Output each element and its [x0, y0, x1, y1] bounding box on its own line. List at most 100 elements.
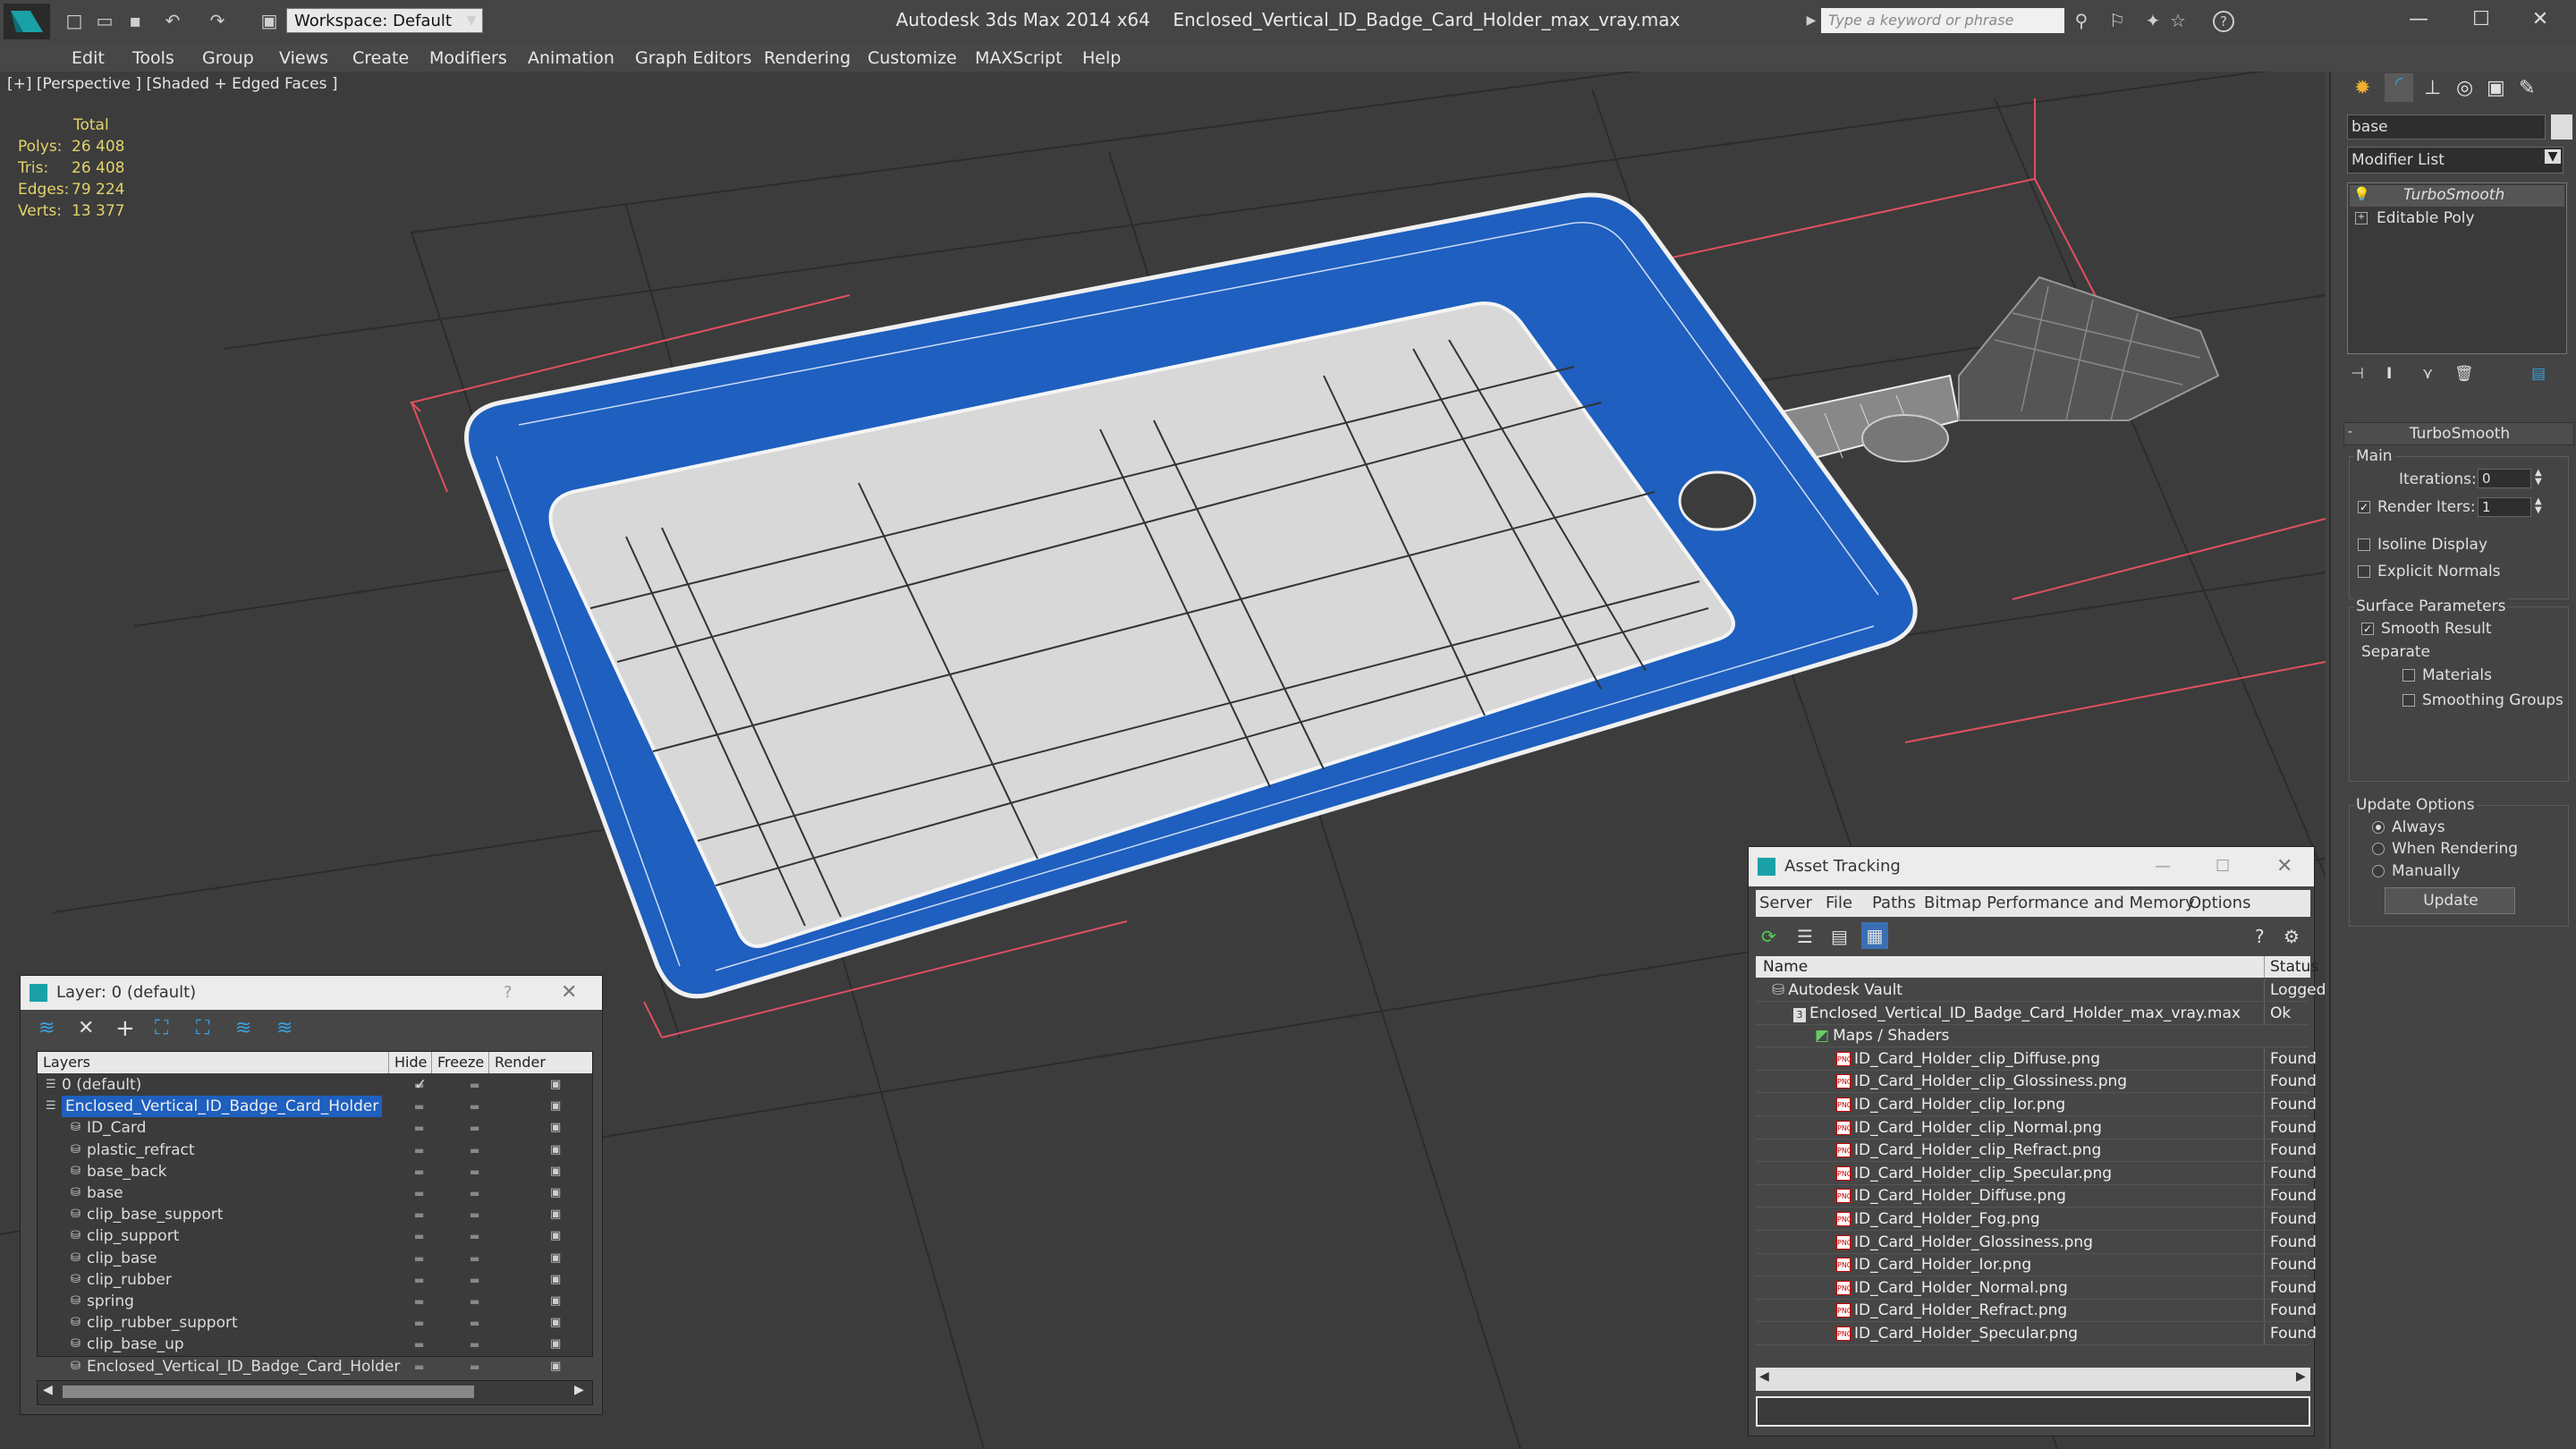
menu-bitmap-performance[interactable]: Bitmap Performance and Memory [1924, 890, 2195, 917]
settings-icon[interactable]: ⚙ [2284, 926, 2300, 947]
hide-toggle-icon[interactable]: ▬ [414, 1269, 424, 1291]
asset-row[interactable]: PNG ID_Card_Holder_clip_Glossiness.png Fou… [1756, 1071, 2317, 1094]
render-toggle-icon[interactable]: ▣ [550, 1096, 561, 1117]
scroll-left-icon[interactable]: ◀ [1759, 1369, 1769, 1384]
layer-row[interactable]: ⛁ plastic_refract ▬ ▬ ▣ [38, 1140, 593, 1161]
render-toggle-icon[interactable]: ▣ [550, 1269, 561, 1291]
freeze-toggle-icon[interactable]: ▬ [470, 1225, 479, 1247]
smooth-result-checkbox[interactable]: ✓ [2361, 623, 2374, 635]
freeze-toggle-icon[interactable]: ▬ [470, 1161, 479, 1182]
asset-window-titlebar[interactable]: Asset Tracking — ☐ ✕ [1749, 847, 2314, 886]
layer-row[interactable]: ⛁ clip_rubber_support ▬ ▬ ▣ [38, 1312, 593, 1334]
horizontal-scrollbar[interactable]: ◀ ▶ [37, 1380, 593, 1405]
subscription-icon[interactable]: ✦ [2143, 11, 2163, 30]
utilities-tab-icon[interactable]: ✎ [2519, 77, 2535, 99]
hierarchy-tab-icon[interactable]: ⊥ [2424, 77, 2441, 99]
delete-layer-icon[interactable]: ✕ [78, 1017, 94, 1039]
object-color-swatch[interactable] [2551, 114, 2572, 140]
freeze-toggle-icon[interactable]: ▬ [470, 1312, 479, 1334]
modifier-editable-poly[interactable]: + Editable Poly [2350, 208, 2564, 230]
freeze-toggle-icon[interactable]: ▬ [470, 1356, 479, 1377]
render-iters-spinner[interactable]: 1 [2478, 497, 2531, 517]
highlight-selected-icon[interactable]: ⛶ [196, 1017, 209, 1039]
minimize-icon[interactable]: — [2155, 847, 2171, 886]
menu-tools[interactable]: Tools [132, 48, 174, 68]
smoothing-groups-checkbox[interactable] [2402, 694, 2415, 707]
col-status[interactable]: Status [2264, 956, 2318, 978]
menu-modifiers[interactable]: Modifiers [429, 48, 507, 68]
menu-animation[interactable]: Animation [528, 48, 614, 68]
isoline-display-checkbox[interactable] [2358, 538, 2370, 551]
menu-edit[interactable]: Edit [72, 48, 105, 68]
search-input[interactable]: Type a keyword or phrase [1821, 8, 2064, 33]
communication-center-icon[interactable]: ⚐ [2107, 11, 2127, 30]
freeze-toggle-icon[interactable]: ▬ [470, 1248, 479, 1269]
asset-row[interactable]: PNG ID_Card_Holder_clip_Specular.png Found [1756, 1162, 2317, 1185]
menu-views[interactable]: Views [279, 48, 328, 68]
show-end-result-icon[interactable]: I [2386, 365, 2392, 383]
menu-options[interactable]: Options [2189, 890, 2250, 917]
render-toggle-icon[interactable]: ▣ [550, 1312, 561, 1334]
grid-view-icon[interactable]: ▦ [1861, 922, 1888, 949]
remove-modifier-icon[interactable]: 🗑 [2454, 365, 2474, 383]
hide-toggle-icon[interactable]: ▬ [414, 1312, 424, 1334]
set-current-layer-icon[interactable]: ≋ [235, 1017, 251, 1039]
object-name-field[interactable]: base [2347, 114, 2546, 140]
menu-server[interactable]: Server [1759, 890, 1812, 917]
asset-row[interactable]: PNG ID_Card_Holder_clip_Ior.png Found [1756, 1094, 2317, 1116]
menu-maxscript[interactable]: MAXScript [975, 48, 1063, 68]
col-hide[interactable]: Hide [388, 1052, 427, 1073]
list-view-icon[interactable]: ☰ [1797, 926, 1813, 947]
help-icon[interactable]: ? [2213, 11, 2234, 32]
expand-icon[interactable]: + [2355, 212, 2368, 225]
spinner-arrows-icon[interactable]: ▲ ▼ [2535, 469, 2542, 487]
layer-row[interactable]: ⛁ base_back ▬ ▬ ▣ [38, 1161, 593, 1182]
make-unique-icon[interactable]: ⋎ [2422, 365, 2433, 383]
layer-row[interactable]: ⛁ clip_base_support ▬ ▬ ▣ [38, 1204, 593, 1225]
layer-row[interactable]: ⛁ clip_support ▬ ▬ ▣ [38, 1225, 593, 1247]
hide-toggle-icon[interactable]: ▬ [414, 1140, 424, 1161]
asset-row[interactable]: PNG ID_Card_Holder_Diffuse.png Found [1756, 1185, 2317, 1208]
binoculars-icon[interactable]: ⚲ [2072, 11, 2091, 30]
render-toggle-icon[interactable]: ▣ [550, 1334, 561, 1355]
freeze-toggle-icon[interactable]: ▬ [470, 1096, 479, 1117]
hide-toggle-icon[interactable]: ▬ [414, 1225, 424, 1247]
always-radio[interactable] [2372, 821, 2385, 834]
layer-row[interactable]: ☰ 0 (default) ▬ ▬ ▣ ✓ [38, 1074, 593, 1096]
asset-row[interactable]: PNG ID_Card_Holder_Specular.png Found [1756, 1323, 2317, 1345]
asset-row[interactable]: PNG ID_Card_Holder_Ior.png Found [1756, 1254, 2317, 1277]
hide-toggle-icon[interactable]: ▬ [414, 1204, 424, 1225]
manually-radio[interactable] [2372, 865, 2385, 877]
asset-row[interactable]: PNG ID_Card_Holder_clip_Normal.png Found [1756, 1116, 2317, 1140]
freeze-toggle-icon[interactable]: ▬ [470, 1291, 479, 1312]
render-toggle-icon[interactable]: ▣ [550, 1356, 561, 1377]
lightbulb-icon[interactable]: 💡 [2353, 186, 2370, 202]
display-tab-icon[interactable]: ▣ [2487, 77, 2505, 99]
asset-row[interactable]: 3 Enclosed_Vertical_ID_Badge_Card_Holder_… [1756, 1002, 2309, 1025]
scrollbar-thumb[interactable] [63, 1385, 474, 1398]
materials-checkbox[interactable] [2402, 669, 2415, 682]
layer-row[interactable]: ⛁ Enclosed_Vertical_ID_Badge_Card_Holder ▬… [38, 1356, 593, 1377]
layer-row[interactable]: ⛁ clip_rubber ▬ ▬ ▣ [38, 1269, 593, 1291]
close-icon[interactable]: ✕ [561, 976, 577, 1010]
hide-toggle-icon[interactable]: ▬ [414, 1248, 424, 1269]
chevron-down-icon[interactable]: ▼ [2545, 149, 2561, 164]
render-toggle-icon[interactable]: ▣ [550, 1248, 561, 1269]
scroll-right-icon[interactable]: ▶ [574, 1383, 584, 1397]
configure-sets-icon[interactable]: ▤ [2531, 365, 2546, 383]
hide-toggle-icon[interactable]: ▬ [414, 1161, 424, 1182]
col-freeze[interactable]: Freeze [431, 1052, 484, 1073]
hide-toggle-icon[interactable]: ▬ [414, 1182, 424, 1204]
hide-toggle-icon[interactable]: ▬ [414, 1291, 424, 1312]
layer-row[interactable]: ⛁ ID_Card ▬ ▬ ▣ [38, 1117, 593, 1139]
asset-row[interactable]: PNG ID_Card_Holder_Normal.png Found [1756, 1276, 2317, 1300]
layer-window-titlebar[interactable]: Layer: 0 (default) ? ✕ [21, 976, 602, 1010]
asset-row[interactable]: PNG ID_Card_Holder_clip_Refract.png Found [1756, 1140, 2317, 1163]
close-button[interactable]: ✕ [2513, 4, 2567, 36]
layer-row[interactable]: ⛁ clip_base ▬ ▬ ▣ [38, 1248, 593, 1269]
freeze-toggle-icon[interactable]: ▬ [470, 1204, 479, 1225]
refresh-icon[interactable]: ⟳ [1761, 926, 1776, 947]
hide-toggle-icon[interactable]: ▬ [414, 1334, 424, 1355]
freeze-toggle-icon[interactable]: ▬ [470, 1140, 479, 1161]
asset-path-field[interactable] [1756, 1396, 2310, 1427]
